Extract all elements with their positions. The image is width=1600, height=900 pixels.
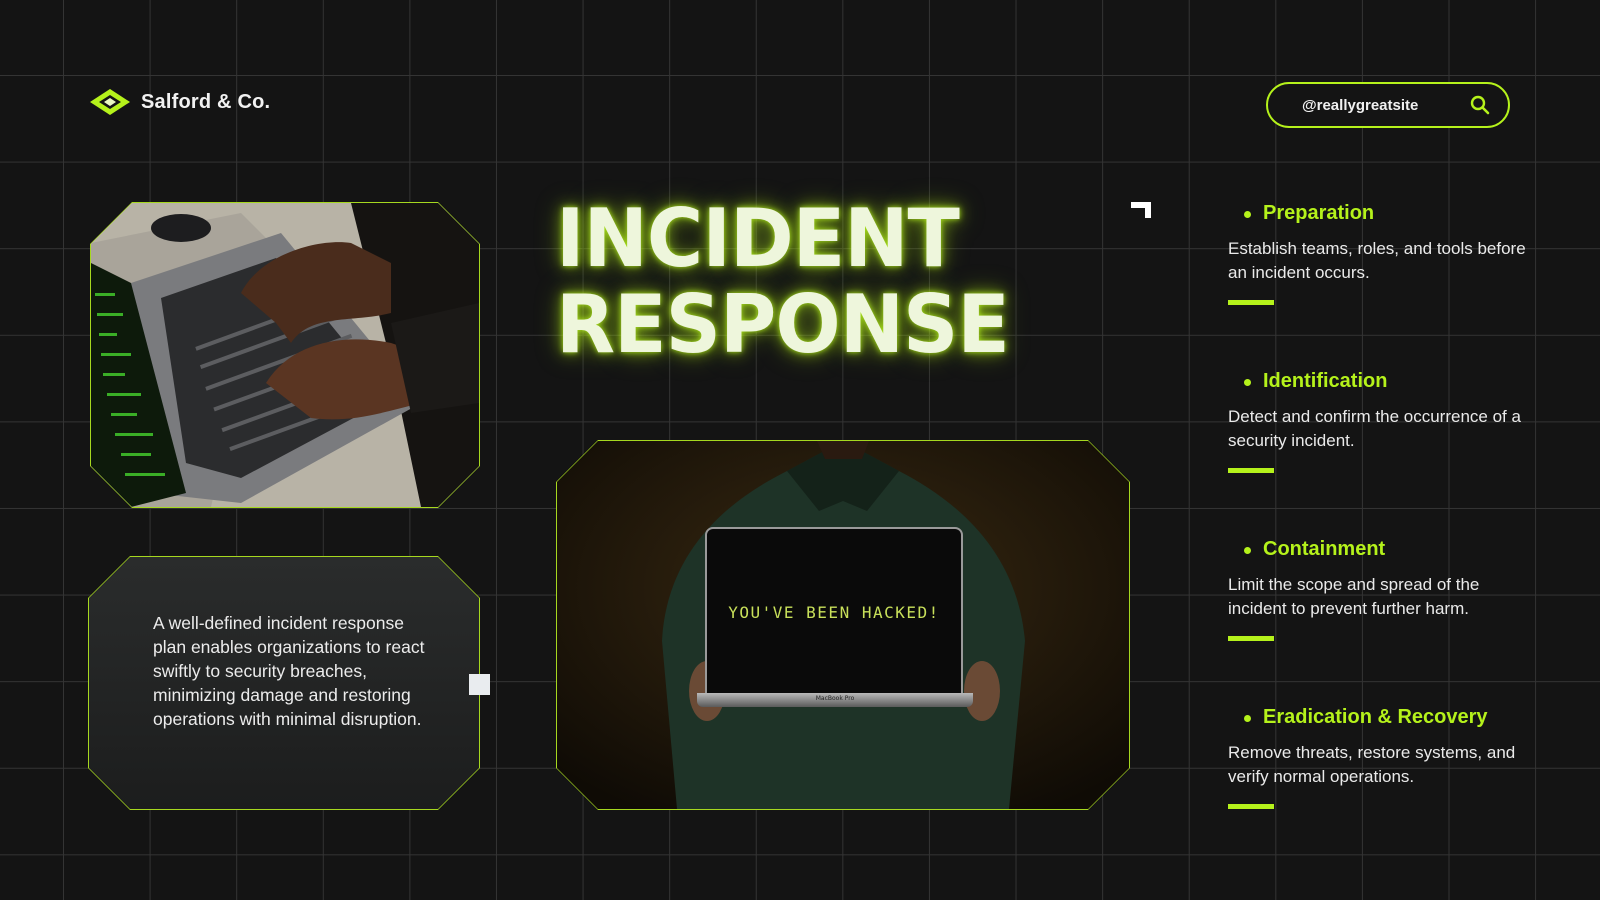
step-underline (1228, 300, 1274, 305)
step-eradication-recovery: Eradication & Recovery Remove threats, r… (1228, 700, 1528, 868)
step-title: Containment (1263, 538, 1386, 560)
response-steps: Preparation Establish teams, roles, and … (1228, 196, 1528, 868)
laptop-base: MacBook Pro (697, 693, 973, 707)
step-description: Limit the scope and spread of the incide… (1228, 575, 1480, 618)
step-underline (1228, 468, 1274, 473)
intro-card: A well-defined incident response plan en… (88, 556, 480, 810)
bullet-dot-icon (1244, 379, 1251, 386)
step-underline (1228, 804, 1274, 809)
intro-text: A well-defined incident response plan en… (153, 613, 425, 729)
bullet-dot-icon (1244, 547, 1251, 554)
title-line-2: RESPONSE (556, 278, 1010, 371)
brand-name: Salford & Co. (141, 90, 271, 113)
title-line-1: INCIDENT (556, 192, 960, 285)
hacked-message: YOU'VE BEEN HACKED! (728, 603, 940, 622)
step-description: Establish teams, roles, and tools before… (1228, 239, 1526, 282)
laptop-typing-illustration (91, 203, 479, 507)
social-handle: @reallygreatsite (1302, 96, 1419, 114)
step-underline (1228, 636, 1274, 641)
laptop-screen: YOU'VE BEEN HACKED! (705, 527, 963, 695)
step-title: Eradication & Recovery (1263, 706, 1488, 728)
step-description: Remove threats, restore systems, and ver… (1228, 743, 1516, 786)
step-title: Identification (1263, 370, 1388, 392)
photo-hacked-laptop: YOU'VE BEEN HACKED! MacBook Pro (556, 440, 1130, 810)
corner-bracket-icon (1131, 202, 1151, 222)
page-title: INCIDENT RESPONSE (556, 192, 1010, 371)
bullet-dot-icon (1244, 715, 1251, 722)
decorative-square (469, 674, 490, 695)
photo-laptop-typing (90, 202, 480, 508)
diamond-logo-icon (89, 88, 131, 116)
step-preparation: Preparation Establish teams, roles, and … (1228, 196, 1528, 364)
step-title: Preparation (1263, 202, 1375, 224)
brand[interactable]: Salford & Co. (89, 88, 270, 116)
step-containment: Containment Limit the scope and spread o… (1228, 532, 1528, 700)
step-description: Detect and confirm the occurrence of a s… (1228, 407, 1521, 450)
step-identification: Identification Detect and confirm the oc… (1228, 364, 1528, 532)
bullet-dot-icon (1244, 211, 1251, 218)
search-pill[interactable]: @reallygreatsite (1266, 82, 1510, 128)
laptop-brand-label: MacBook Pro (815, 695, 855, 702)
search-icon[interactable] (1470, 95, 1490, 115)
